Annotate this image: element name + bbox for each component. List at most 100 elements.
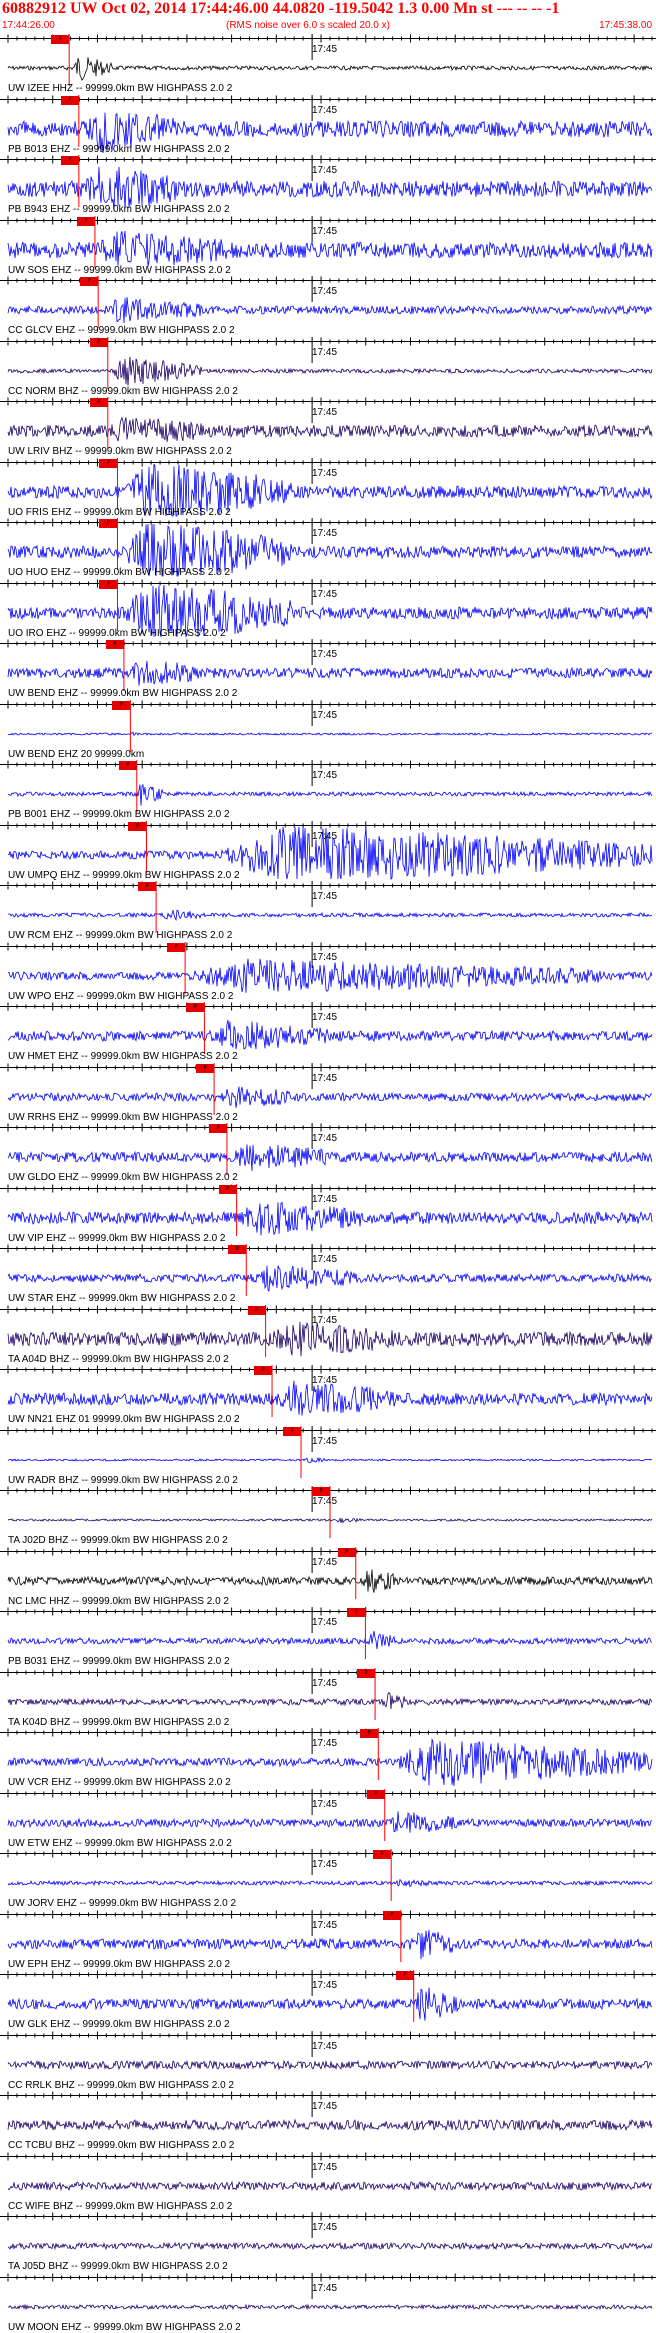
trace-panel: P 17:45 TA J02D BHZ -- 99999.0km BW HIGHPA… (0, 1486, 656, 1546)
minute-label: 17:45 (312, 1678, 338, 1689)
minute-label: 17:45 (312, 347, 338, 358)
pick-label: P (145, 883, 149, 889)
minute-label: 17:45 (312, 105, 338, 116)
station-label: UO IRO EHZ -- 99999.0km BW HIGHPASS 2.0 … (8, 628, 226, 639)
trace-panel: P 17:45 UW NN21 EHZ 01 99999.0km BW HIGHPA… (0, 1365, 656, 1425)
waveform (7, 2303, 653, 2311)
minute-label: 17:45 (312, 2041, 338, 2052)
waveform (7, 1929, 653, 1960)
pick-label: P (364, 1670, 368, 1676)
station-label: CC WIFE BHZ -- 99999.0km BW HIGHPASS 2.0… (8, 2201, 233, 2212)
pick-label: P (374, 1791, 378, 1797)
station-label: TA A04D BHZ -- 99999.0km BW HIGHPASS 2.0… (8, 1354, 229, 1365)
station-label: UW SOS EHZ -- 99999.0km BW HIGHPASS 2.0 … (8, 265, 231, 276)
pick-marker: P (228, 1245, 247, 1254)
waveform (7, 1569, 653, 1593)
station-label: UW WPO EHZ -- 99999.0km BW HIGHPASS 2.0 … (8, 991, 234, 1002)
station-label: UW UMPQ EHZ -- 99999.0km BW HIGHPASS 2.0… (8, 870, 240, 881)
waveform (7, 356, 653, 386)
minute-label: 17:45 (312, 710, 338, 721)
minute-label: 17:45 (312, 2222, 338, 2233)
pick-marker: P (105, 640, 124, 649)
station-label: UW STAR EHZ -- 99999.0km BW HIGHPASS 2.0… (8, 1293, 236, 1304)
station-label: UW LRIV BHZ -- 99999.0km BW HIGHPASS 2.0… (8, 446, 232, 457)
trace-panel: P 17:45 UW ETW EHZ -- 99999.0km BW HIGHPAS… (0, 1789, 656, 1849)
trace-panel: P 17:45 UW JORV EHZ -- 99999.0km BW HIGHPA… (0, 1849, 656, 1909)
pick-label: P (380, 1851, 384, 1857)
trace-panel: P 17:45 UW UMPQ EHZ -- 99999.0km BW HIGHPA… (0, 821, 656, 881)
event-title: 60882912 UW Oct 02, 2014 17:44:46.00 44.… (2, 0, 560, 17)
minute-label: 17:45 (312, 407, 338, 418)
minute-label: 17:45 (312, 1980, 338, 1991)
trace-panel: 17:45 TA J05D BHZ -- 99999.0km BW HIGHPAS… (0, 2212, 656, 2272)
waveform (7, 1630, 652, 1650)
trace-panel: P 17:45 UW EPH EHZ -- 99999.0km BW HIGHPAS… (0, 1910, 656, 1970)
station-label: UW RCM EHZ -- 99999.0km BW HIGHPASS 2.0 … (8, 930, 233, 941)
pick-marker: P (218, 1185, 237, 1194)
minute-label: 17:45 (312, 2283, 338, 2294)
trace-panel: P 17:45 TA K04D BHZ -- 99999.0km BW HIGHPA… (0, 1668, 656, 1728)
pick-label: P (106, 520, 110, 526)
rms-note: (RMS noise over 6.0 s scaled 20.0 x) (226, 20, 390, 31)
pick-label: P (106, 460, 110, 466)
waveform (7, 958, 653, 993)
trace-panel: P 17:45 UW STAR EHZ -- 99999.0km BW HIGHPA… (0, 1244, 656, 1304)
trace-panel: P 17:45 UW RADR BHZ -- 99999.0km BW HIGHPA… (0, 1426, 656, 1486)
station-label: UW NN21 EHZ 01 99999.0km BW HIGHPASS 2.0… (8, 1414, 240, 1425)
pick-marker: P (99, 459, 118, 468)
trace-panel: P 17:45 PB B001 EHZ -- 99999.0km BW HIGHPA… (0, 760, 656, 820)
trace-panel: P 17:45 UW WPO EHZ -- 99999.0km BW HIGHPAS… (0, 942, 656, 1002)
pick-marker: P (76, 217, 95, 226)
waveform (7, 57, 653, 81)
waveform (7, 2241, 653, 2251)
pick-label: P (68, 157, 72, 163)
station-label: UW VIP EHZ -- 99999.0km BW HIGHPASS 2.0 … (8, 1233, 226, 1244)
minute-label: 17:45 (312, 891, 338, 902)
minute-label: 17:45 (312, 1496, 338, 1507)
station-label: CC GLCV EHZ -- 99999.0km BW HIGHPASS 2.0… (8, 325, 235, 336)
trace-panel: P 17:45 CC NORM BHZ -- 99999.0km BW HIGHPA… (0, 337, 656, 397)
pick-label: P (290, 1428, 294, 1434)
pick-label: P (68, 97, 72, 103)
pick-marker: P (167, 943, 186, 952)
waveform (7, 1265, 653, 1292)
pick-label: P (203, 1065, 207, 1071)
minute-label: 17:45 (312, 1194, 338, 1205)
pick-label: P (119, 702, 123, 708)
pick-marker: P (347, 1608, 366, 1617)
trace-panel: P 17:45 NC LMC HHZ -- 99999.0km BW HIGHPAS… (0, 1547, 656, 1607)
waveform (7, 1321, 653, 1357)
station-label: UW BEND EHZ -- 99999.0km BW HIGHPASS 2.0… (8, 688, 238, 699)
trace-panel: P 17:45 UW SOS EHZ -- 99999.0km BW HIGHPAS… (0, 216, 656, 276)
station-label: CC TCBU BHZ -- 99999.0km BW HIGHPASS 2.0… (8, 2140, 235, 2151)
pick-label: P (226, 1186, 230, 1192)
pick-marker: P (51, 35, 70, 44)
pick-label: P (235, 1246, 239, 1252)
station-label: PB B943 EHZ -- 99999.0km BW HIGHPASS 2.0… (8, 204, 230, 215)
minute-label: 17:45 (312, 286, 338, 297)
trace-panel: P 17:45 UW GLK EHZ -- 99999.0km BW HIGHPAS… (0, 1970, 656, 2030)
station-label: UW RADR BHZ -- 99999.0km BW HIGHPASS 2.0… (8, 1475, 238, 1486)
minute-label: 17:45 (312, 1617, 338, 1628)
trace-panel: P 17:45 TA A04D BHZ -- 99999.0km BW HIGHPA… (0, 1305, 656, 1365)
minute-label: 17:45 (312, 952, 338, 963)
minute-label: 17:45 (312, 528, 338, 539)
station-label: UW MOON EHZ -- 99999.0km BW HIGHPASS 2.0… (8, 2322, 241, 2333)
pick-label: P (403, 1972, 407, 1978)
minute-label: 17:45 (312, 1254, 338, 1265)
station-label: NC LMC HHZ -- 99999.0km BW HIGHPASS 2.0 … (8, 1596, 229, 1607)
pick-marker: P (89, 398, 108, 407)
pick-marker: P (357, 1669, 376, 1678)
pick-label: P (255, 1307, 259, 1313)
station-label: UO HUO EHZ -- 99999.0km BW HIGHPASS 2.0 … (8, 567, 231, 578)
station-label: TA J05D BHZ -- 99999.0km BW HIGHPASS 2.0… (8, 2261, 228, 2272)
pick-marker: P (60, 156, 79, 165)
pick-marker: P (208, 1124, 227, 1133)
pick-marker: P (60, 96, 79, 105)
pick-marker: P (112, 701, 131, 710)
waveform (7, 2059, 653, 2071)
minute-label: 17:45 (312, 1315, 338, 1326)
pick-label: P (97, 399, 101, 405)
trace-panel: P 17:45 UO IRO EHZ -- 99999.0km BW HIGHPAS… (0, 579, 656, 639)
minute-label: 17:45 (312, 1073, 338, 1084)
